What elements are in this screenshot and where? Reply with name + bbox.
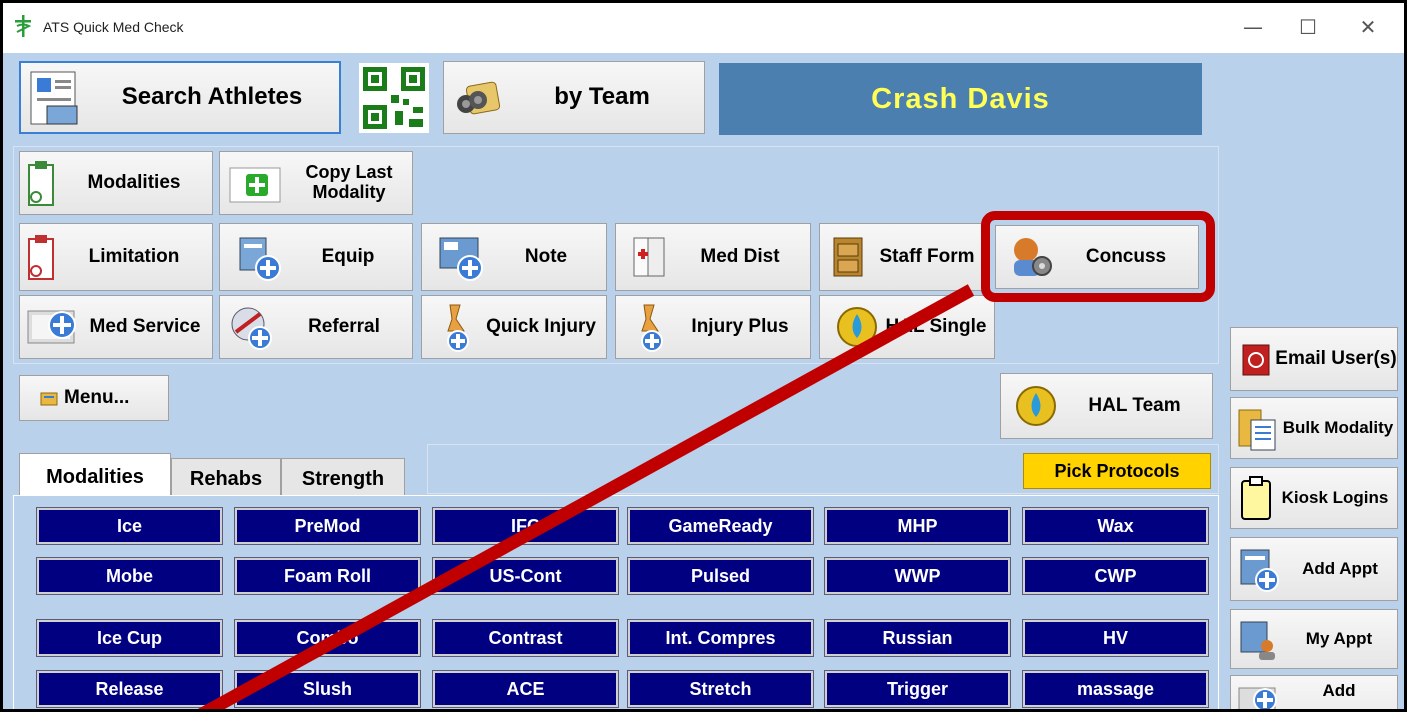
- pointer-line: [197, 284, 975, 709]
- app-window: ATS Quick Med Check — ☐ ✕ Search Athlete…: [0, 0, 1407, 712]
